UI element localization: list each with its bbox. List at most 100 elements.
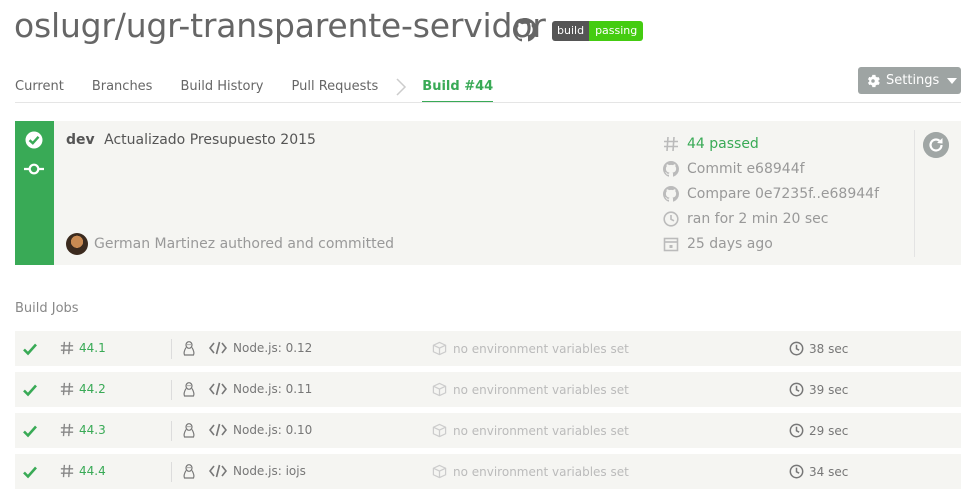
job-number-text: 44.1 — [79, 341, 106, 355]
calendar-icon — [663, 237, 679, 251]
job-language: Node.js: 0.10 — [209, 423, 312, 437]
compare-link[interactable]: Compare 0e7235f..e68944f — [663, 181, 879, 206]
linux-icon — [183, 464, 195, 479]
build-meta: 44 passed Commit e68944f Compare 0e7235f… — [663, 131, 879, 256]
job-env: no environment variables set — [432, 382, 629, 397]
code-icon — [209, 382, 227, 396]
code-icon — [209, 341, 227, 355]
box-icon — [432, 464, 447, 479]
job-env-text: no environment variables set — [453, 464, 629, 479]
branch-and-message: dev Actualizado Presupuesto 2015 — [66, 132, 316, 148]
gear-icon — [867, 74, 880, 87]
job-row[interactable]: 44.3 Node.js: 0.10 no environment variab… — [15, 413, 961, 448]
code-icon — [209, 423, 227, 437]
github-icon — [663, 185, 679, 202]
commit-text: Commit e68944f — [687, 160, 805, 177]
job-env-text: no environment variables set — [453, 382, 629, 397]
hash-icon — [664, 136, 678, 151]
job-env: no environment variables set — [432, 341, 629, 356]
job-duration-text: 38 sec — [809, 341, 849, 356]
check-icon — [23, 384, 37, 397]
code-icon — [209, 464, 227, 478]
restart-build-icon[interactable] — [923, 132, 949, 158]
settings-button[interactable]: Settings — [858, 67, 961, 94]
job-env-text: no environment variables set — [453, 423, 629, 438]
job-language: Node.js: iojs — [209, 464, 306, 478]
chevron-right-icon — [396, 78, 407, 96]
passed-check-icon — [25, 131, 43, 149]
job-duration-text: 34 sec — [809, 464, 849, 479]
clock-icon — [663, 210, 679, 227]
job-duration-text: 29 sec — [809, 423, 849, 438]
job-row[interactable]: 44.1 Node.js: 0.12 no environment variab… — [15, 331, 961, 366]
tab-build-44[interactable]: Build #44 — [422, 79, 494, 103]
commit-author: German Martinez authored and committed — [66, 233, 394, 255]
build-status-badge[interactable]: build passing — [552, 21, 644, 41]
caret-down-icon — [947, 77, 958, 84]
tab-pull-requests[interactable]: Pull Requests — [291, 79, 378, 103]
build-duration: ran for 2 min 20 sec — [663, 206, 879, 231]
build-jobs-title: Build Jobs — [15, 301, 79, 316]
row-divider — [171, 421, 172, 441]
job-duration: 38 sec — [789, 341, 848, 356]
box-icon — [432, 382, 447, 397]
github-icon[interactable] — [513, 18, 537, 42]
repo-title: oslugr/ugr-transparente-servidor — [14, 6, 546, 45]
clock-icon — [789, 464, 804, 479]
commit-message: Actualizado Presupuesto 2015 — [104, 132, 316, 148]
job-duration-text: 39 sec — [809, 382, 849, 397]
job-number-text: 44.2 — [79, 382, 106, 396]
badge-label: build — [552, 21, 590, 41]
job-language: Node.js: 0.11 — [209, 382, 312, 396]
clock-icon — [789, 423, 804, 438]
tab-build-history[interactable]: Build History — [180, 79, 263, 103]
row-divider — [171, 462, 172, 482]
repo-tabs: Current Branches Build History Pull Requ… — [15, 78, 521, 103]
tab-branches[interactable]: Branches — [92, 79, 153, 103]
job-number-text: 44.3 — [79, 423, 106, 437]
row-divider — [171, 339, 172, 359]
job-env: no environment variables set — [432, 423, 629, 438]
job-row[interactable]: 44.2 Node.js: 0.11 no environment variab… — [15, 372, 961, 407]
avatar — [66, 233, 88, 255]
job-number[interactable]: 44.2 — [60, 382, 106, 396]
settings-label: Settings — [886, 73, 940, 88]
job-number-text: 44.4 — [79, 464, 106, 478]
row-divider — [171, 380, 172, 400]
card-divider — [914, 130, 915, 257]
job-number[interactable]: 44.3 — [60, 423, 106, 437]
commit-icon — [24, 163, 44, 175]
job-duration: 34 sec — [789, 464, 848, 479]
branch-name[interactable]: dev — [66, 132, 95, 148]
clock-icon — [789, 382, 804, 397]
tab-current[interactable]: Current — [15, 79, 64, 103]
build-summary: dev Actualizado Presupuesto 2015 German … — [15, 121, 961, 265]
author-text: German Martinez authored and committed — [94, 236, 395, 252]
linux-icon — [183, 382, 195, 397]
finished-text: 25 days ago — [687, 235, 773, 252]
job-row[interactable]: 44.4 Node.js: iojs no environment variab… — [15, 454, 961, 489]
check-icon — [23, 425, 37, 438]
hash-icon — [60, 382, 74, 396]
clock-icon — [789, 341, 804, 356]
job-language: Node.js: 0.12 — [209, 341, 312, 355]
job-env: no environment variables set — [432, 464, 629, 479]
compare-text: Compare 0e7235f..e68944f — [687, 185, 879, 202]
job-number[interactable]: 44.1 — [60, 341, 106, 355]
build-finished: 25 days ago — [663, 231, 879, 256]
hash-icon — [60, 423, 74, 437]
box-icon — [432, 423, 447, 438]
duration-text: ran for 2 min 20 sec — [687, 210, 829, 227]
build-number[interactable]: 44 passed — [663, 131, 879, 156]
job-language-text: Node.js: 0.10 — [233, 423, 313, 437]
hash-icon — [60, 341, 74, 355]
build-number-text: 44 passed — [687, 135, 759, 152]
commit-link[interactable]: Commit e68944f — [663, 156, 879, 181]
check-icon — [23, 343, 37, 356]
job-language-text: Node.js: 0.12 — [233, 341, 313, 355]
hash-icon — [60, 464, 74, 478]
linux-icon — [183, 423, 195, 438]
job-language-text: Node.js: 0.11 — [233, 382, 313, 396]
job-number[interactable]: 44.4 — [60, 464, 106, 478]
check-icon — [23, 466, 37, 479]
